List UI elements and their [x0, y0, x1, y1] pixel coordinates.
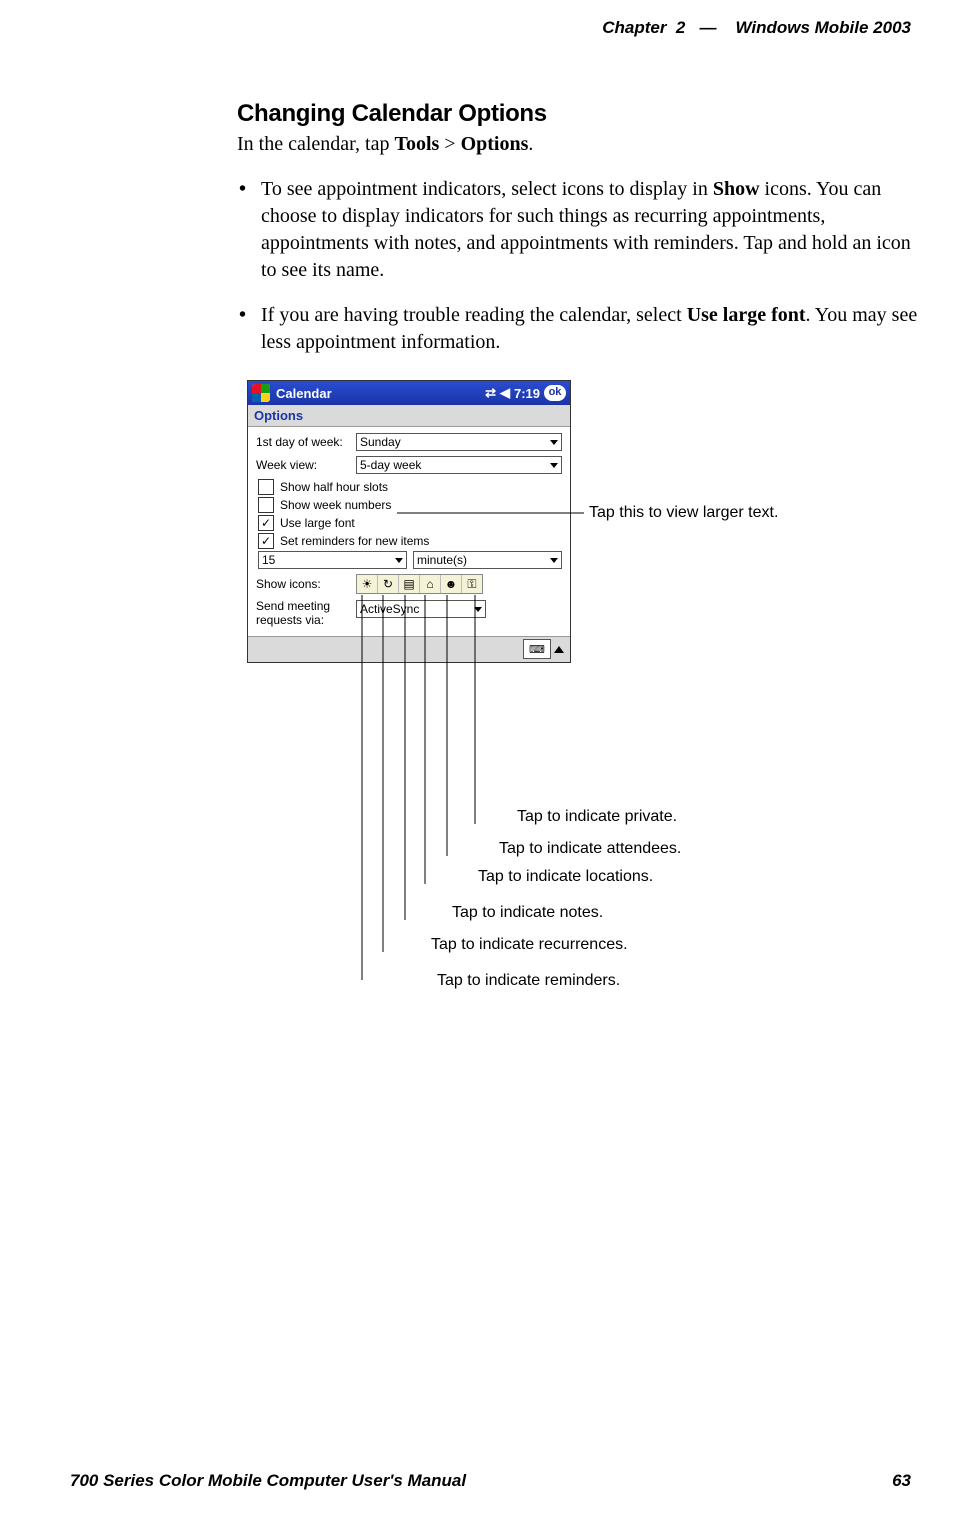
header-product: Windows Mobile 2003 — [735, 18, 911, 37]
reminder-number-select[interactable]: 15 — [258, 551, 407, 569]
ok-button[interactable]: ok — [544, 385, 566, 401]
bullet-item: To see appointment indicators, select ic… — [237, 176, 927, 284]
page-number: 63 — [892, 1471, 911, 1491]
send-via-select[interactable]: ActiveSync — [356, 600, 486, 618]
callout-reminders: Tap to indicate reminders. — [437, 972, 620, 990]
first-day-label: 1st day of week: — [256, 435, 356, 449]
content: Changing Calendar Options In the calenda… — [237, 100, 927, 356]
menubar: Options — [248, 405, 570, 427]
page-footer: 700 Series Color Mobile Computer User's … — [70, 1471, 911, 1491]
callout-notes: Tap to indicate notes. — [452, 904, 603, 922]
options-tab[interactable]: Options — [254, 408, 303, 423]
callout-locations: Tap to indicate locations. — [478, 868, 653, 886]
clock-text[interactable]: 7:19 — [514, 386, 540, 401]
volume-icon[interactable]: ◀ — [500, 385, 510, 401]
bullet-item: If you are having trouble reading the ca… — [237, 302, 927, 356]
bold-options: Options — [461, 133, 529, 155]
bullet-list: To see appointment indicators, select ic… — [237, 176, 927, 356]
command-bar: ⌨ — [248, 636, 570, 662]
large-font-label: Use large font — [280, 516, 355, 530]
show-icons-toolbar: ☀ ↻ ▤ ⌂ ☻ ⚿ — [356, 574, 483, 594]
show-icons-label: Show icons: — [256, 577, 356, 591]
chevron-down-icon — [550, 440, 558, 445]
app-title: Calendar — [276, 386, 332, 401]
week-numbers-label: Show week numbers — [280, 498, 391, 512]
set-reminders-checkbox[interactable] — [258, 533, 274, 549]
titlebar: Calendar ⇄ ◀ 7:19 ok — [248, 381, 570, 405]
page: Chapter 2 — Windows Mobile 2003 Changing… — [0, 0, 966, 1519]
week-view-label: Week view: — [256, 458, 356, 472]
callout-attendees: Tap to indicate attendees. — [499, 840, 681, 858]
half-hour-checkbox[interactable] — [258, 479, 274, 495]
keyboard-icon[interactable]: ⌨ — [523, 639, 551, 659]
send-via-label: Send meeting requests via: — [256, 600, 356, 628]
first-day-select[interactable]: Sunday — [356, 433, 562, 451]
options-panel: 1st day of week: Sunday Week view: 5-day… — [248, 427, 570, 636]
reminder-unit-select[interactable]: minute(s) — [413, 551, 562, 569]
chevron-down-icon — [550, 463, 558, 468]
attendees-icon[interactable]: ☻ — [441, 575, 462, 593]
section-heading: Changing Calendar Options — [237, 100, 927, 128]
chapter-number: 2 — [676, 18, 685, 37]
reminder-icon[interactable]: ☀ — [357, 575, 378, 593]
start-icon[interactable] — [252, 384, 270, 402]
callout-large-font: Tap this to view larger text. — [589, 504, 778, 522]
chevron-down-icon — [474, 607, 482, 612]
callout-recurrences: Tap to indicate recurrences. — [431, 936, 628, 954]
chevron-down-icon — [550, 558, 558, 563]
chapter-label: Chapter — [602, 18, 666, 37]
chevron-down-icon — [395, 558, 403, 563]
notes-icon[interactable]: ▤ — [399, 575, 420, 593]
connectivity-icon[interactable]: ⇄ — [485, 385, 496, 401]
device-screenshot: Calendar ⇄ ◀ 7:19 ok Options 1st day of … — [247, 380, 571, 663]
location-icon[interactable]: ⌂ — [420, 575, 441, 593]
running-head: Chapter 2 — Windows Mobile 2003 — [70, 18, 911, 38]
set-reminders-label: Set reminders for new items — [280, 534, 429, 548]
private-icon[interactable]: ⚿ — [462, 575, 482, 593]
callout-private: Tap to indicate private. — [517, 808, 677, 826]
manual-title: 700 Series Color Mobile Computer User's … — [70, 1471, 466, 1491]
sip-chevron-icon[interactable] — [554, 646, 564, 653]
half-hour-label: Show half hour slots — [280, 480, 388, 494]
header-dash: — — [700, 18, 717, 37]
week-numbers-checkbox[interactable] — [258, 497, 274, 513]
large-font-checkbox[interactable] — [258, 515, 274, 531]
intro-text: In the calendar, tap Tools > Options. — [237, 131, 927, 158]
week-view-select[interactable]: 5-day week — [356, 456, 562, 474]
bold-tools: Tools — [394, 133, 439, 155]
recurrence-icon[interactable]: ↻ — [378, 575, 399, 593]
